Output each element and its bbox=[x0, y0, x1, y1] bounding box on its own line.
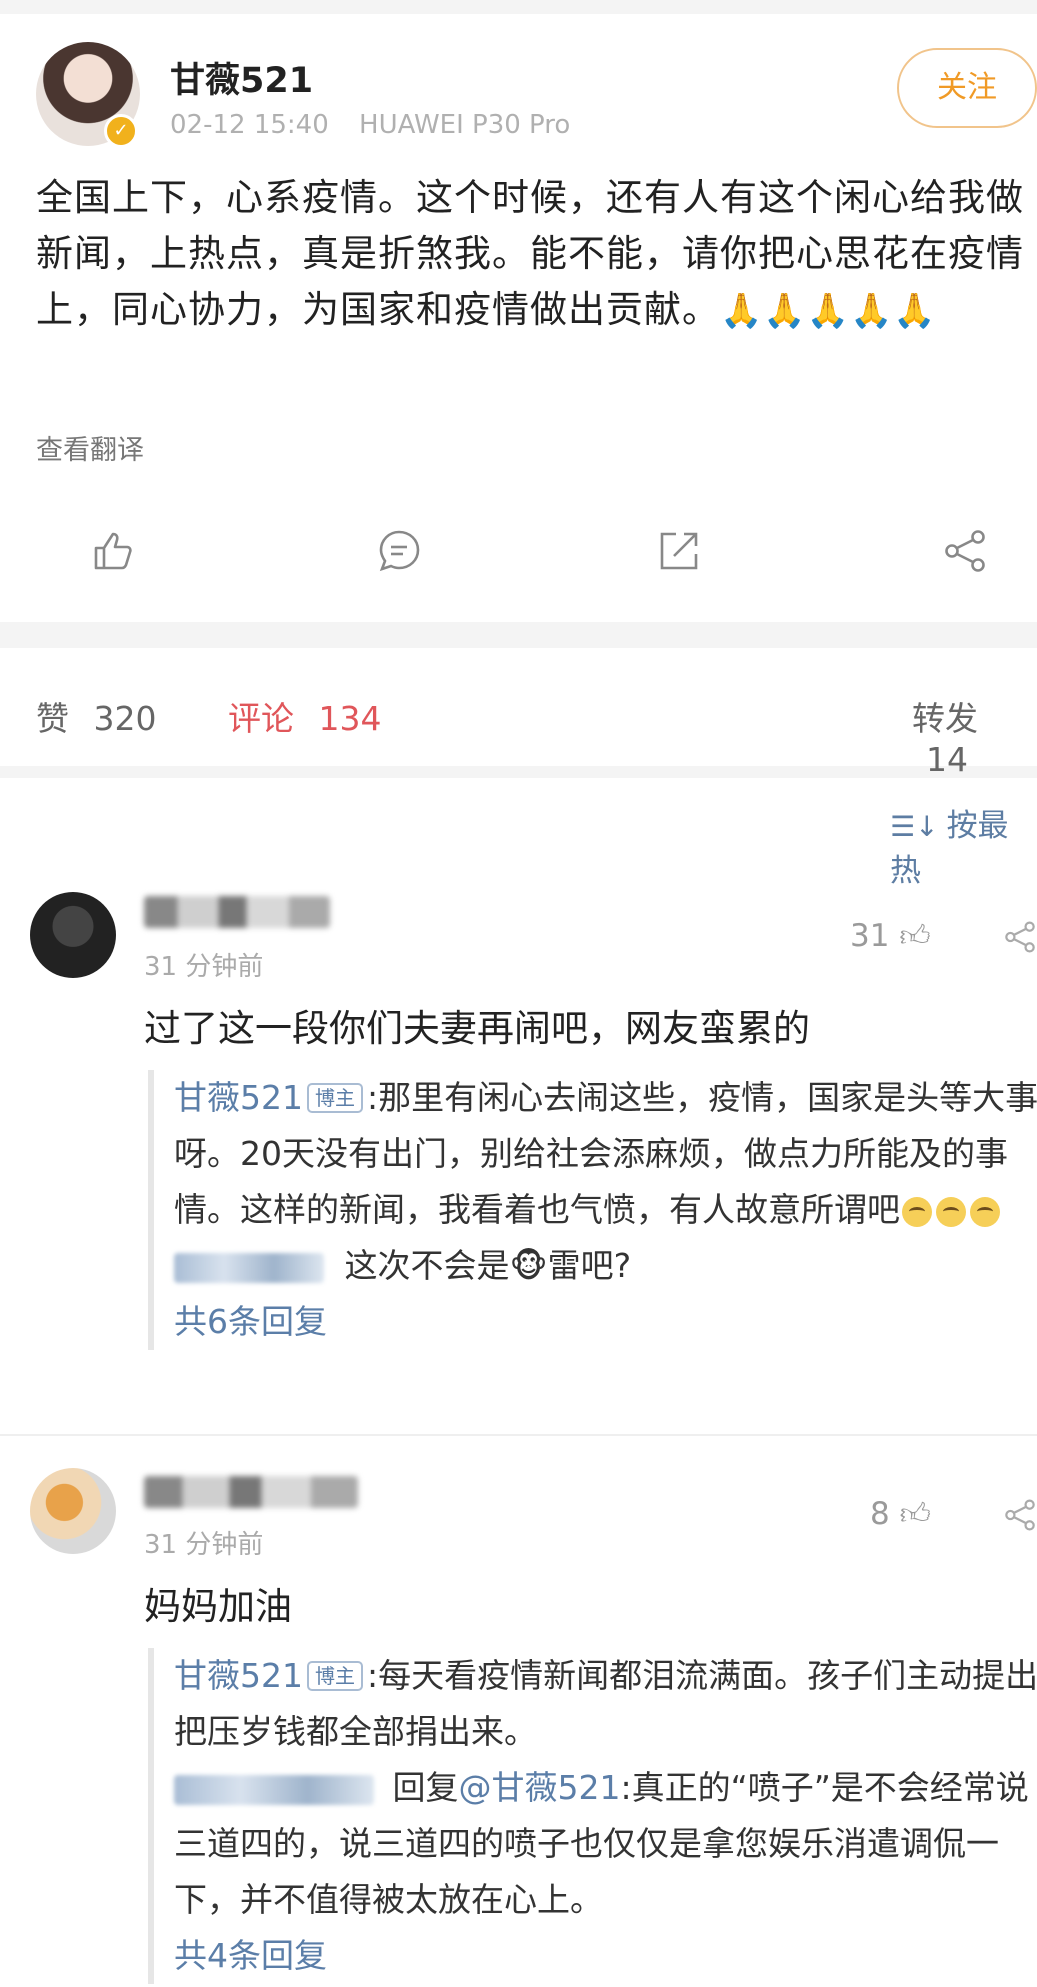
thumb-up-icon: 👍︎ bbox=[899, 1497, 931, 1532]
comments-label: 评论 bbox=[228, 699, 294, 738]
commenter-name-blurred[interactable] bbox=[144, 1476, 358, 1508]
comment-text: 妈妈加油 bbox=[144, 1585, 292, 1628]
author-tag-badge: 博主 bbox=[307, 1661, 363, 1691]
comment-share-icon[interactable] bbox=[1003, 1498, 1037, 1532]
likes-count: 320 bbox=[93, 699, 157, 738]
comment-share-icon[interactable] bbox=[1003, 920, 1037, 954]
comments-count: 134 bbox=[318, 699, 382, 738]
comment-divider bbox=[0, 1434, 1037, 1436]
sub-reply-mention[interactable]: @甘薇521 bbox=[459, 1768, 621, 1807]
author-reply: 甘薇521 博主:每天看疫情新闻都泪流满面。孩子们主动提出把压岁钱都全部捐出来。 bbox=[174, 1648, 1037, 1760]
comment-like-button[interactable]: 31 👍︎ bbox=[850, 918, 931, 955]
comments-tab[interactable]: 评论 134 bbox=[228, 692, 382, 740]
sub-reply-prefix: 回复 bbox=[392, 1768, 459, 1807]
comment-time: 31 分钟前 bbox=[144, 952, 264, 982]
follow-button[interactable]: 关注 bbox=[897, 48, 1037, 128]
pray-emoji: 🙏🙏🙏🙏🙏 bbox=[720, 291, 937, 331]
more-replies-link[interactable]: 共4条回复 bbox=[174, 1928, 1037, 1984]
sub-reply-text: 这次不会是🐵雷吧? bbox=[344, 1246, 632, 1285]
more-replies-link[interactable]: 共6条回复 bbox=[174, 1294, 1037, 1350]
post-time: 02-12 15:40 bbox=[170, 110, 329, 140]
comment-icon[interactable] bbox=[376, 528, 422, 574]
author-name[interactable]: 甘薇521 bbox=[170, 52, 313, 103]
sub-reply: 这次不会是🐵雷吧? bbox=[174, 1238, 1037, 1294]
reply-thread: 甘薇521 博主:那里有闲心去闹这些，疫情，国家是头等大事呀。20天没有出门，别给… bbox=[148, 1070, 1037, 1350]
sub-reply: 回复@甘薇521:真正的“喷子”是不会经常说三道四的，说三道四的喷子也仅仅是拿您… bbox=[174, 1760, 1037, 1928]
post-meta: 02-12 15:40 HUAWEI P30 Pro bbox=[170, 110, 570, 140]
comment-like-count: 8 bbox=[870, 1496, 890, 1532]
sort-toggle[interactable]: ☰↓ 按最热 bbox=[890, 800, 1037, 890]
author-tag-badge: 博主 bbox=[307, 1083, 363, 1113]
sort-icon: ☰↓ bbox=[890, 810, 939, 843]
reposts-count: 14 bbox=[926, 740, 968, 779]
roll-eyes-emoji-icon bbox=[936, 1196, 966, 1227]
commenter-avatar[interactable] bbox=[30, 1468, 116, 1554]
reposts-label: 转发 bbox=[912, 699, 978, 738]
thumb-up-icon: 👍︎ bbox=[899, 919, 931, 954]
roll-eyes-emoji-icon bbox=[902, 1196, 932, 1227]
translate-link[interactable]: 查看翻译 bbox=[36, 428, 144, 467]
author-reply: 甘薇521 博主:那里有闲心去闹这些，疫情，国家是头等大事呀。20天没有出门，别给… bbox=[174, 1070, 1037, 1238]
reply-text: :每天看疫情新闻都泪流满面。孩子们主动提出把压岁钱都全部捐出来。 bbox=[174, 1656, 1037, 1751]
commenter-avatar[interactable] bbox=[30, 892, 116, 978]
sub-reply-author-blurred[interactable] bbox=[174, 1774, 374, 1805]
reposts-tab[interactable]: 转发 14 bbox=[912, 692, 1037, 779]
reply-thread: 甘薇521 博主:每天看疫情新闻都泪流满面。孩子们主动提出把压岁钱都全部捐出来。 … bbox=[148, 1648, 1037, 1984]
comment-like-count: 31 bbox=[850, 918, 890, 954]
roll-eyes-emoji-icon bbox=[970, 1196, 1000, 1227]
post-text: 全国上下，心系疫情。这个时候，还有人有这个闲心给我做新闻，上热点，真是折煞我。能… bbox=[36, 170, 1036, 339]
reply-author-name[interactable]: 甘薇521 bbox=[174, 1656, 303, 1695]
share-icon[interactable] bbox=[942, 528, 988, 574]
comment-like-button[interactable]: 8 👍︎ bbox=[870, 1496, 931, 1533]
comment-time: 31 分钟前 bbox=[144, 1530, 264, 1560]
verified-badge-icon: ✓ bbox=[104, 114, 138, 148]
likes-tab[interactable]: 赞 320 bbox=[36, 692, 157, 740]
sub-reply-author-blurred[interactable] bbox=[174, 1252, 324, 1283]
commenter-name-blurred[interactable] bbox=[144, 896, 330, 928]
comment-text: 过了这一段你们夫妻再闹吧，网友蛮累的 bbox=[144, 1007, 810, 1050]
post-device: HUAWEI P30 Pro bbox=[359, 110, 571, 140]
reply-author-name[interactable]: 甘薇521 bbox=[174, 1078, 303, 1117]
thumb-up-icon[interactable] bbox=[90, 528, 136, 574]
share-out-icon[interactable] bbox=[656, 528, 702, 574]
likes-label: 赞 bbox=[36, 699, 69, 738]
